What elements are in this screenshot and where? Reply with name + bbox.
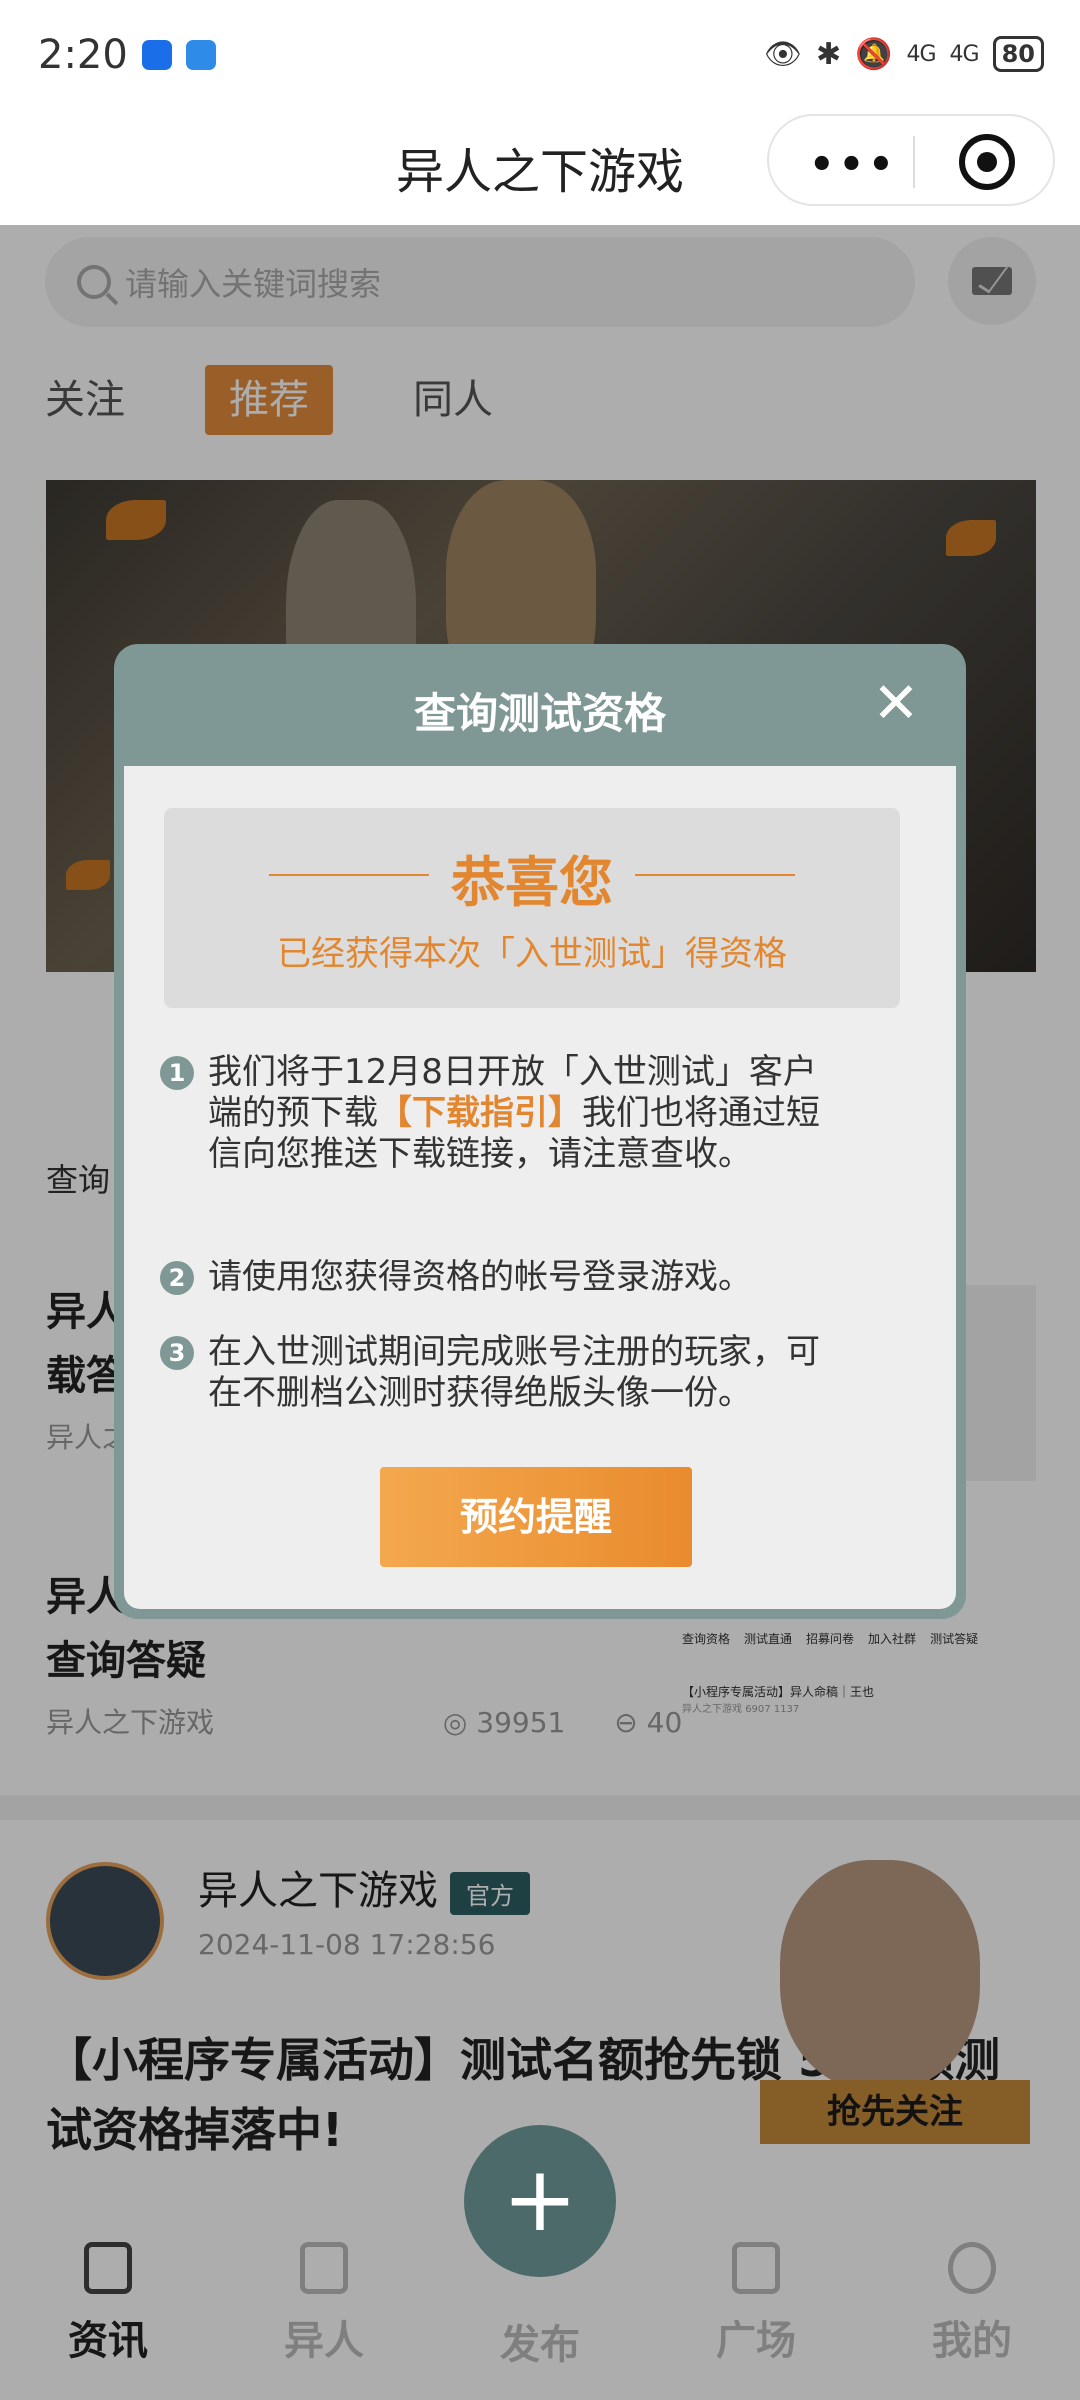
more-menu-icon[interactable]: ••• [809,142,898,188]
step-number: 1 [160,1056,194,1090]
step-item: 1 我们将于12月8日开放「入世测试」客户端的预下载【下载指引】我们也将通过短信… [160,1052,828,1175]
title-bar: 异人之下游戏 ••• [0,110,1080,225]
step-item: 2 请使用您获得资格的帐号登录游戏。 [160,1257,828,1298]
app-notification-icon [141,40,172,70]
download-guide-link[interactable]: 【下载指引】 [378,1093,582,1133]
qualification-modal: 查询测试资格 ✕ 恭喜您 已经获得本次「入世测试」得资格 1 我们将于12月8日… [114,644,966,1619]
step-item: 3 在入世测试期间完成账号注册的玩家，可在不删档公测时获得绝版头像一份。 [160,1332,828,1414]
publish-plus-icon[interactable]: + [464,2125,616,2277]
reminder-button[interactable]: 预约提醒 [380,1467,692,1567]
close-icon[interactable]: ✕ [864,672,928,736]
close-miniprogram-icon[interactable] [959,134,1015,190]
capsule-divider [913,136,915,188]
eye-icon: 👁 [763,36,802,72]
bluetooth-icon: ✱ [816,36,842,72]
signal-icon-2: 4G [949,41,980,67]
battery-icon: 80 [992,36,1044,72]
status-time: 2:20 [38,32,128,78]
modal-header: 查询测试资格 ✕ [124,644,956,766]
mute-icon: 🔕 [855,36,893,72]
step-number: 2 [160,1261,194,1295]
step-number: 3 [160,1336,194,1370]
congrats-panel: 恭喜您 已经获得本次「入世测试」得资格 [164,808,900,1008]
step-text: 请使用您获得资格的帐号登录游戏。 [208,1257,752,1297]
congrats-subtitle: 已经获得本次「入世测试」得资格 [277,934,787,974]
status-bar: 2:20 👁 ✱ 🔕 4G 4G 80 [0,0,1080,110]
modal-body: 恭喜您 已经获得本次「入世测试」得资格 1 我们将于12月8日开放「入世测试」客… [124,766,956,1609]
modal-title: 查询测试资格 [413,689,666,738]
congrats-title: 恭喜您 [451,851,613,914]
miniprogram-capsule: ••• [767,114,1055,206]
signal-icon: 4G [906,41,937,67]
step-text: 在入世测试期间完成账号注册的玩家，可在不删档公测时获得绝版头像一份。 [208,1332,820,1413]
weather-icon [185,40,216,70]
